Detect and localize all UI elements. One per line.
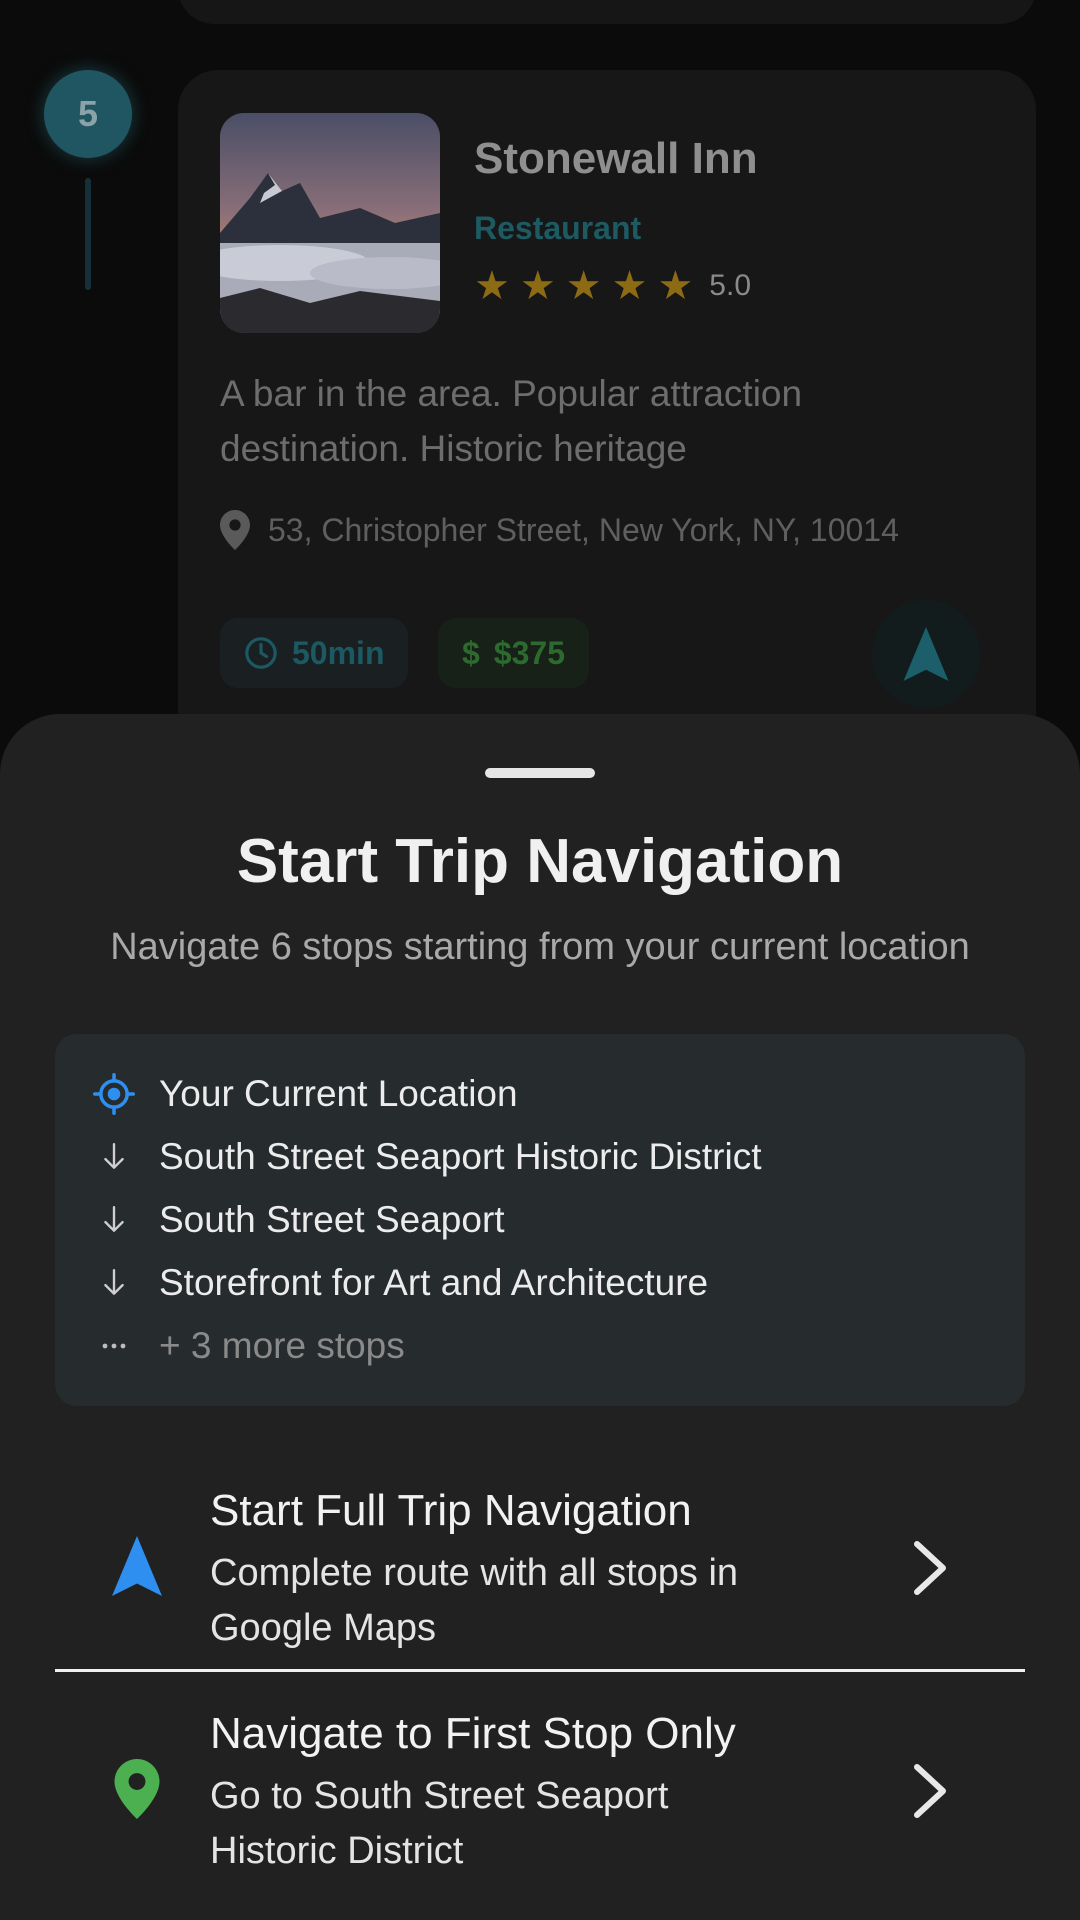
route-stop-text: South Street Seaport xyxy=(159,1199,505,1240)
chevron-right-icon xyxy=(914,1764,946,1818)
sheet-drag-handle[interactable] xyxy=(485,768,595,778)
more-dots-icon xyxy=(102,1343,126,1349)
price-chip: $ $375 xyxy=(438,618,589,688)
arrow-down-icon xyxy=(104,1268,124,1295)
option-title: Start Full Trip Navigation xyxy=(210,1486,692,1535)
chevron-right-icon xyxy=(914,1541,946,1595)
duration-chip: 50min xyxy=(220,618,409,688)
sheet-subtitle: Navigate 6 stops starting from your curr… xyxy=(110,926,970,968)
stop-rating: ★ ★ ★ ★ ★ 5.0 xyxy=(474,266,751,306)
route-stop-row: South Street Seaport Historic District xyxy=(89,1132,762,1182)
stop-number-badge: 5 xyxy=(44,70,132,158)
options-divider xyxy=(55,1669,1025,1672)
route-stop-text: Storefront for Art and Architecture xyxy=(159,1262,709,1303)
option-description: Go to South Street Seaport Historic Dist… xyxy=(210,1775,669,1872)
dollar-icon: $ xyxy=(462,634,480,671)
arrow-down-icon xyxy=(104,1205,124,1232)
star-icon: ★ xyxy=(611,264,648,308)
start-full-trip-option[interactable]: Start Full Trip Navigation Complete rout… xyxy=(55,1466,1025,1666)
route-stop-text: South Street Seaport Historic District xyxy=(159,1136,762,1177)
option-title: Navigate to First Stop Only xyxy=(210,1709,736,1758)
option-description: Complete route with all stops in Google … xyxy=(210,1552,739,1649)
route-more-row: + 3 more stops xyxy=(89,1321,405,1371)
timeline-connector xyxy=(85,178,91,290)
navigation-arrow-icon xyxy=(903,627,949,681)
rating-value: 5.0 xyxy=(709,269,752,302)
route-origin-text: Your Current Location xyxy=(159,1073,518,1114)
current-location-icon xyxy=(93,1073,135,1115)
clock-icon xyxy=(245,637,277,669)
stop-category: Restaurant xyxy=(474,210,642,246)
sheet-title: Start Trip Navigation xyxy=(236,827,844,896)
route-stop-row: South Street Seaport xyxy=(89,1195,505,1245)
stop-address: 53, Christopher Street, New York, NY, 10… xyxy=(220,510,899,550)
route-more-text: + 3 more stops xyxy=(159,1325,405,1366)
stop-address-text: 53, Christopher Street, New York, NY, 10… xyxy=(268,511,899,548)
route-summary: Your Current Location South Street Seapo… xyxy=(55,1034,1025,1406)
navigate-stop-button[interactable] xyxy=(872,600,980,708)
star-icon: ★ xyxy=(565,264,602,308)
map-pin-icon xyxy=(114,1759,160,1819)
stop-name: Stonewall Inn xyxy=(474,134,758,183)
route-stop-row: Storefront for Art and Architecture xyxy=(89,1258,708,1308)
price-text: $375 xyxy=(493,634,565,671)
stop-thumbnail-image xyxy=(220,113,440,333)
duration-text: 50min xyxy=(292,634,385,671)
navigation-arrow-icon xyxy=(112,1536,162,1596)
stop-description: A bar in the area. Popular attraction de… xyxy=(220,373,803,469)
arrow-down-icon xyxy=(104,1142,124,1169)
star-icon: ★ xyxy=(519,264,556,308)
route-origin-row: Your Current Location xyxy=(89,1069,518,1119)
previous-stop-card xyxy=(178,0,1036,24)
star-icon: ★ xyxy=(657,264,694,308)
star-icon: ★ xyxy=(474,264,510,308)
navigate-first-stop-option[interactable]: Navigate to First Stop Only Go to South … xyxy=(55,1689,1025,1889)
location-pin-icon xyxy=(220,510,250,550)
navigation-bottom-sheet: Start Trip Navigation Navigate 6 stops s… xyxy=(0,714,1080,1920)
